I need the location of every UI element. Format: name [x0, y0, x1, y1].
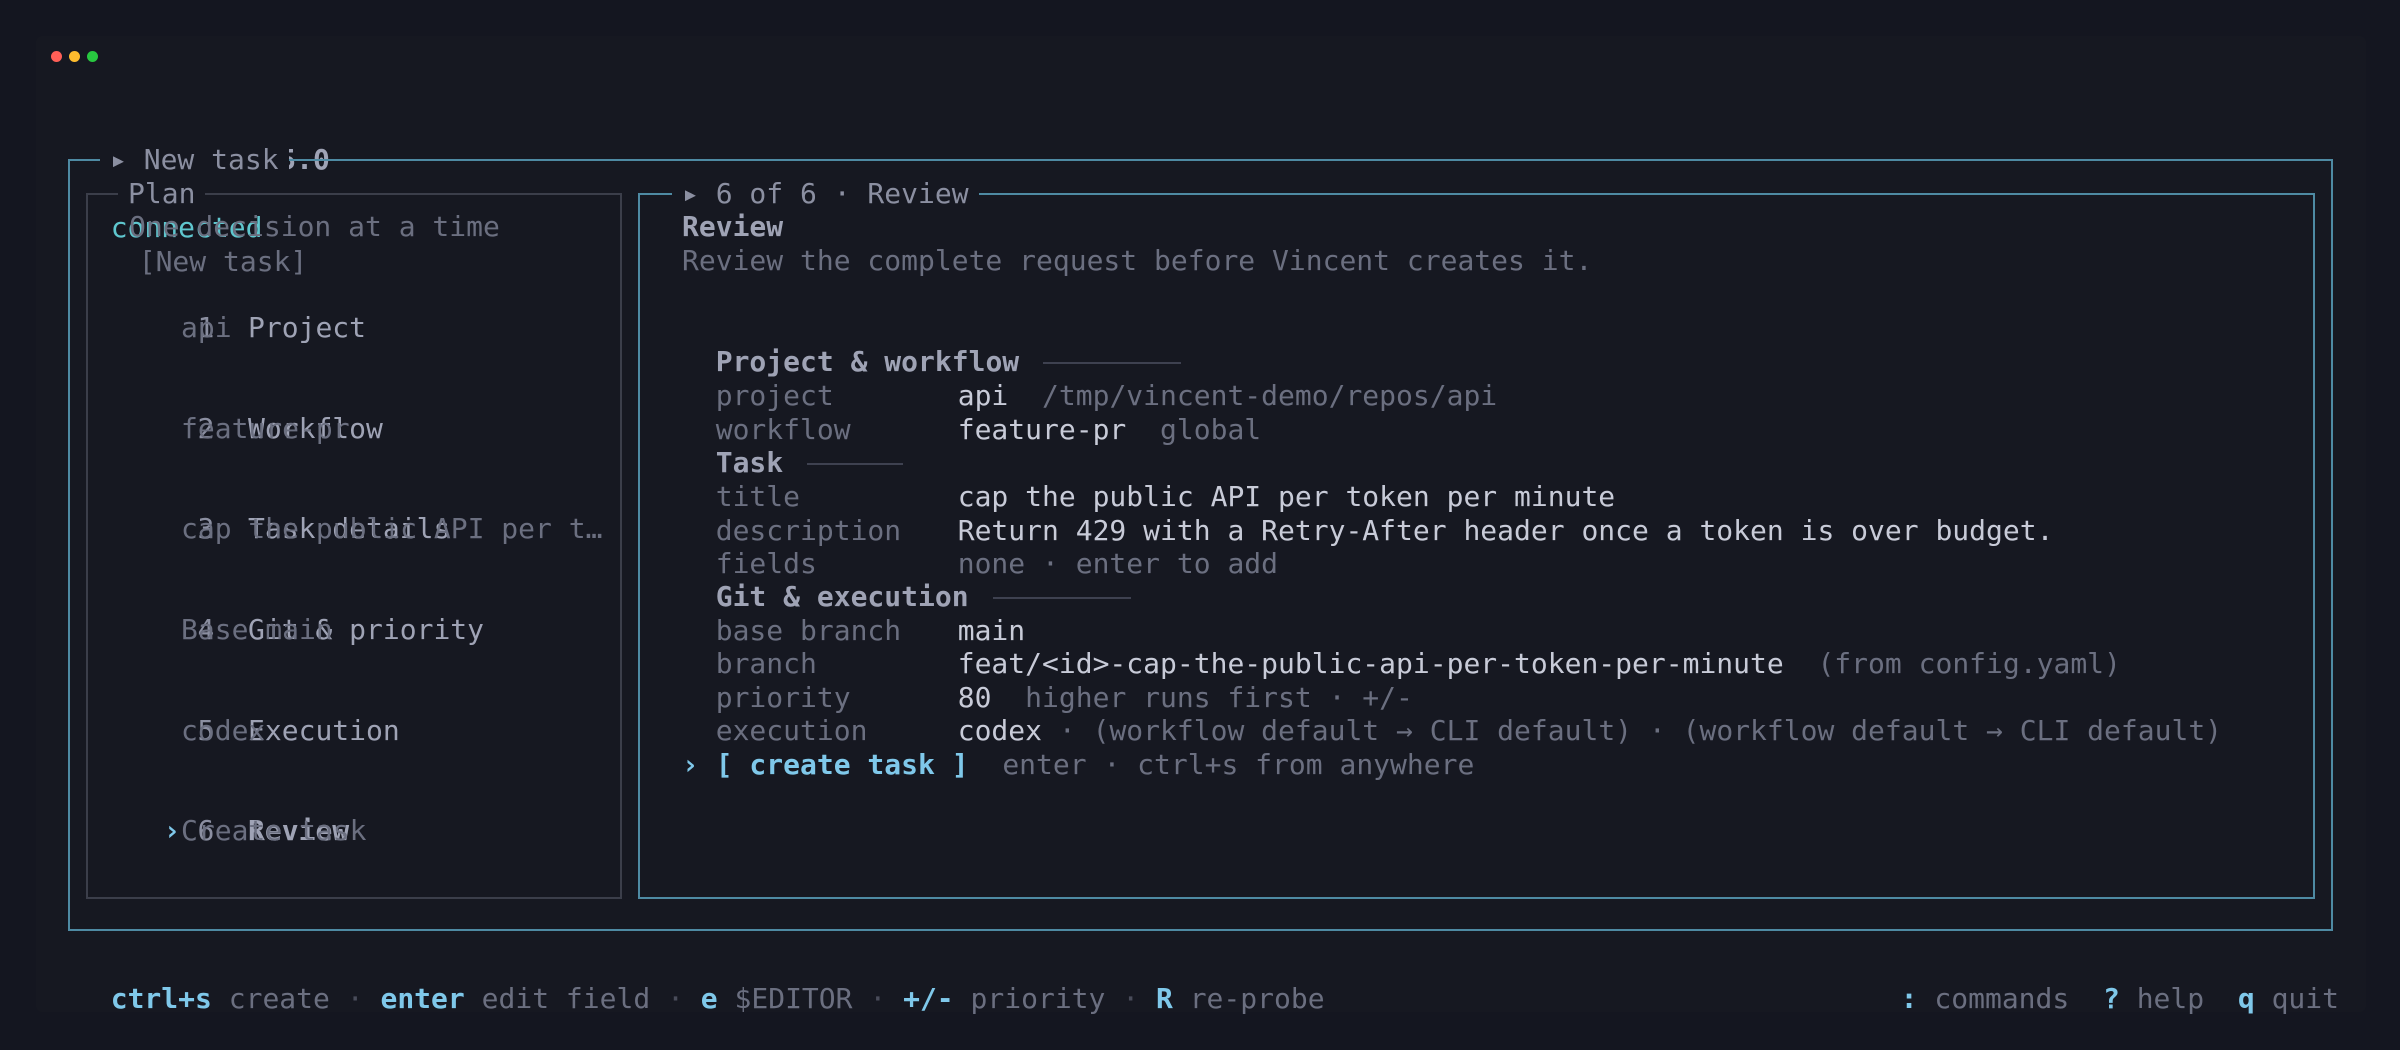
new-task-panel-title: ▸ New task: [100, 143, 289, 177]
review-panel-title: ▸ 6 of 6 · Review: [672, 177, 979, 211]
maximize-window-button[interactable]: [87, 51, 98, 62]
window-controls: [51, 51, 98, 62]
plan-step-task-details[interactable]: 3 Task details: [96, 478, 450, 545]
field-description[interactable]: description Return 429 with a Retry-After…: [682, 480, 2054, 547]
plan-step-execution-summary: codex: [181, 714, 266, 747]
shortcut-help-key[interactable]: ?: [2103, 982, 2120, 1015]
minimize-window-button[interactable]: [69, 51, 80, 62]
plan-panel-title: Plan: [118, 177, 206, 211]
create-task-button[interactable]: [ create task ]: [716, 748, 969, 781]
shortcut-edit-field-key[interactable]: enter: [380, 982, 464, 1015]
shortcut-commands-key[interactable]: :: [1901, 982, 1918, 1015]
action-cursor: ›: [681, 748, 699, 781]
plan-step-review[interactable]: › 6 Review: [96, 780, 349, 847]
review-heading: Review: [682, 210, 784, 243]
review-description: Review the complete request before Vince…: [682, 244, 1593, 277]
plan-step-execution[interactable]: 5 Execution: [96, 680, 399, 747]
plan-step-git-priority[interactable]: 4 Git & priority: [96, 579, 484, 646]
field-execution[interactable]: execution codex · (workflow default → CLI…: [682, 680, 2222, 747]
shortcut-create-key[interactable]: ctrl+s: [111, 982, 212, 1015]
field-project[interactable]: project api /tmp/vincent-demo/repos/api: [682, 345, 1497, 412]
section-task: Task: [682, 412, 904, 479]
app-header: vincent 0.5.0 ● connected [New task]: [77, 109, 330, 278]
plan-step-project[interactable]: 1 Project: [96, 277, 366, 344]
plan-step-task-details-summary: cap the public API per t…: [181, 512, 603, 545]
plan-step-git-priority-summary: Base main: [181, 613, 333, 646]
plan-step-review-summary: Create task: [181, 814, 367, 847]
create-task-row: › [ create task ] enter · ctrl+s from any…: [648, 714, 1475, 781]
field-workflow[interactable]: workflow feature-pr global: [682, 379, 1261, 446]
footer-global-shortcuts: : commands ? help q quit: [1900, 982, 2339, 1015]
shortcut-quit-key[interactable]: q: [2238, 982, 2255, 1015]
shortcut-editor-key[interactable]: e: [701, 982, 718, 1015]
footer-shortcuts: ctrl+s create · enter edit field · e $ED…: [110, 982, 1325, 1015]
plan-step-workflow-summary: feature-pr: [181, 412, 350, 445]
field-priority[interactable]: priority 80 higher runs first · +/-: [682, 647, 1413, 714]
plan-subtitle: One decision at a time: [129, 210, 500, 243]
field-base-branch[interactable]: base branch main: [682, 580, 1025, 647]
create-task-hint: enter · ctrl+s from anywhere: [1002, 748, 1475, 781]
shortcut-reprobe-key[interactable]: R: [1156, 982, 1173, 1015]
plan-step-project-summary: api: [181, 311, 232, 344]
plan-step-workflow[interactable]: 2 Workflow: [96, 378, 382, 445]
field-title[interactable]: title cap the public API per token per mi…: [682, 446, 1615, 513]
field-branch[interactable]: branch feat/<id>-cap-the-public-api-per-t…: [682, 613, 2121, 680]
shortcut-priority-key[interactable]: +/-: [903, 982, 954, 1015]
close-window-button[interactable]: [51, 51, 62, 62]
section-project-workflow: Project & workflow: [682, 311, 1182, 378]
field-custom-fields[interactable]: fields none · enter to add: [682, 513, 1278, 580]
section-git-execution: Git & execution: [682, 546, 1131, 613]
